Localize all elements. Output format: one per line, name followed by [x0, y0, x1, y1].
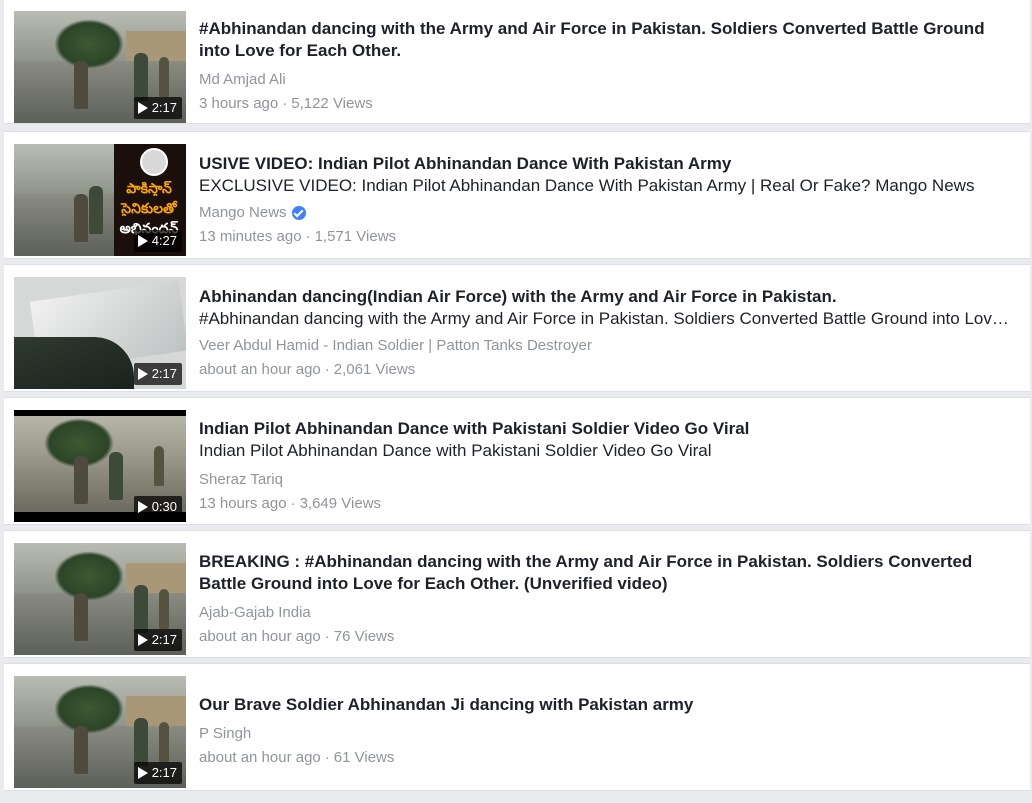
separator: ·: [324, 361, 330, 378]
duration-badge: 2:17: [133, 629, 182, 651]
video-title[interactable]: USIVE VIDEO: Indian Pilot Abhinandan Dan…: [199, 153, 1010, 175]
view-count: 61 Views: [333, 749, 395, 766]
duration-badge: 4:27: [133, 230, 182, 252]
channel-name-text[interactable]: Sheraz Tariq: [199, 470, 283, 490]
view-count: 5,122 Views: [291, 95, 373, 112]
avatar: [140, 148, 168, 176]
channel-name[interactable]: Veer Abdul Hamid - Indian Soldier | Patt…: [199, 336, 1010, 356]
play-icon: [137, 501, 148, 513]
video-result-card[interactable]: 2:17 #Abhinandan dancing with the Army a…: [4, 0, 1030, 124]
upload-time: about an hour ago: [199, 749, 321, 766]
video-description: Indian Pilot Abhinandan Dance with Pakis…: [199, 441, 712, 460]
video-meta: 13 hours ago · 3,649 Views: [199, 494, 1010, 514]
video-thumbnail[interactable]: 2:17: [14, 277, 186, 389]
video-thumbnail[interactable]: 2:17: [14, 676, 186, 788]
play-icon: [137, 102, 148, 114]
video-title[interactable]: Our Brave Soldier Abhinandan Ji dancing …: [199, 694, 1010, 716]
separator: ·: [282, 95, 288, 112]
video-result-card[interactable]: 0:30 Indian Pilot Abhinandan Dance with …: [4, 397, 1030, 525]
channel-name[interactable]: Mango News: [199, 203, 1010, 223]
channel-name[interactable]: Ajab-Gajab India: [199, 603, 1010, 623]
video-meta: 3 hours ago · 5,122 Views: [199, 94, 1010, 114]
video-title[interactable]: BREAKING : #Abhinandan dancing with the …: [199, 551, 1010, 595]
video-title[interactable]: Indian Pilot Abhinandan Dance with Pakis…: [199, 418, 1010, 440]
channel-name[interactable]: Md Amjad Ali: [199, 70, 1010, 90]
video-result-card[interactable]: 2:17 BREAKING : #Abhinandan dancing with…: [4, 530, 1030, 658]
channel-name-text[interactable]: P Singh: [199, 724, 251, 744]
video-thumbnail[interactable]: పాకిస్తాన్ సైనికులతో అభినందన్ 4:27: [14, 144, 186, 256]
view-count: 3,649 Views: [299, 495, 382, 512]
video-title[interactable]: #Abhinandan dancing with the Army and Ai…: [199, 18, 1010, 62]
duration-text: 2:17: [151, 765, 177, 780]
channel-name-text[interactable]: Md Amjad Ali: [199, 70, 286, 90]
channel-name-text[interactable]: Ajab-Gajab India: [199, 603, 311, 623]
duration-badge: 0:30: [133, 496, 182, 518]
video-thumbnail[interactable]: 0:30: [14, 410, 186, 522]
view-count: 1,571 Views: [314, 228, 397, 245]
separator: ·: [305, 228, 311, 245]
duration-text: 2:17: [151, 100, 177, 115]
duration-badge: 2:17: [133, 97, 182, 119]
video-thumbnail[interactable]: 2:17: [14, 11, 186, 123]
separator: ·: [290, 495, 296, 512]
separator: ·: [324, 628, 330, 645]
channel-name[interactable]: Sheraz Tariq: [199, 470, 1010, 490]
upload-time: about an hour ago: [199, 361, 321, 378]
thumbnail-caption: పాకిస్తాన్: [126, 180, 172, 196]
upload-time: 13 minutes ago: [199, 228, 302, 245]
upload-time: 13 hours ago: [199, 495, 287, 512]
view-count: 2,061 Views: [333, 361, 416, 378]
upload-time: 3 hours ago: [199, 95, 279, 112]
video-meta: 13 minutes ago · 1,571 Views: [199, 227, 1010, 247]
thumbnail-caption: సైనికులతో: [121, 200, 177, 216]
video-result-card[interactable]: పాకిస్తాన్ సైనికులతో అభినందన్ 4:27 USIVE…: [4, 131, 1030, 259]
video-meta: about an hour ago · 76 Views: [199, 627, 1010, 647]
duration-text: 2:17: [151, 632, 177, 647]
duration-badge: 2:17: [133, 363, 182, 385]
upload-time: about an hour ago: [199, 628, 321, 645]
channel-name[interactable]: P Singh: [199, 724, 1010, 744]
video-meta: about an hour ago · 2,061 Views: [199, 360, 1010, 380]
play-icon: [137, 235, 148, 247]
view-count: 76 Views: [333, 628, 395, 645]
video-result-card[interactable]: 2:17 Our Brave Soldier Abhinandan Ji dan…: [4, 663, 1030, 791]
video-description: EXCLUSIVE VIDEO: Indian Pilot Abhinandan…: [199, 176, 975, 195]
channel-name-text[interactable]: Veer Abdul Hamid - Indian Soldier | Patt…: [199, 336, 592, 356]
video-thumbnail[interactable]: 2:17: [14, 543, 186, 655]
video-title[interactable]: Abhinandan dancing(Indian Air Force) wit…: [199, 286, 1010, 308]
duration-badge: 2:17: [133, 762, 182, 784]
video-description: #Abhinandan dancing with the Army and Ai…: [199, 309, 1010, 328]
video-meta: about an hour ago · 61 Views: [199, 748, 1010, 768]
duration-text: 4:27: [151, 233, 177, 248]
separator: ·: [324, 749, 330, 766]
play-icon: [137, 634, 148, 646]
play-icon: [137, 767, 148, 779]
duration-text: 0:30: [151, 499, 177, 514]
video-result-card[interactable]: 2:17 Abhinandan dancing(Indian Air Force…: [4, 264, 1030, 392]
duration-text: 2:17: [151, 366, 177, 381]
channel-name-text[interactable]: Mango News: [199, 203, 287, 223]
play-icon: [137, 368, 148, 380]
verified-badge-icon: [291, 206, 306, 220]
